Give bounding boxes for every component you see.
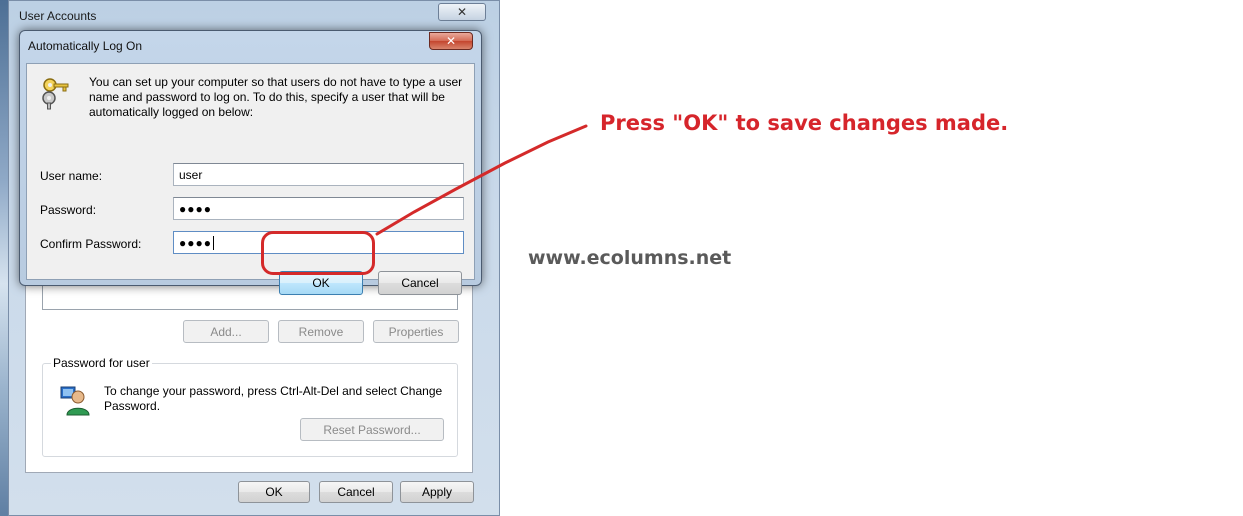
watermark-text: www.ecolumns.net <box>528 247 732 269</box>
annotation-ok-highlight <box>261 231 375 275</box>
annotation-instruction: Press "OK" to save changes made. <box>600 111 1009 135</box>
